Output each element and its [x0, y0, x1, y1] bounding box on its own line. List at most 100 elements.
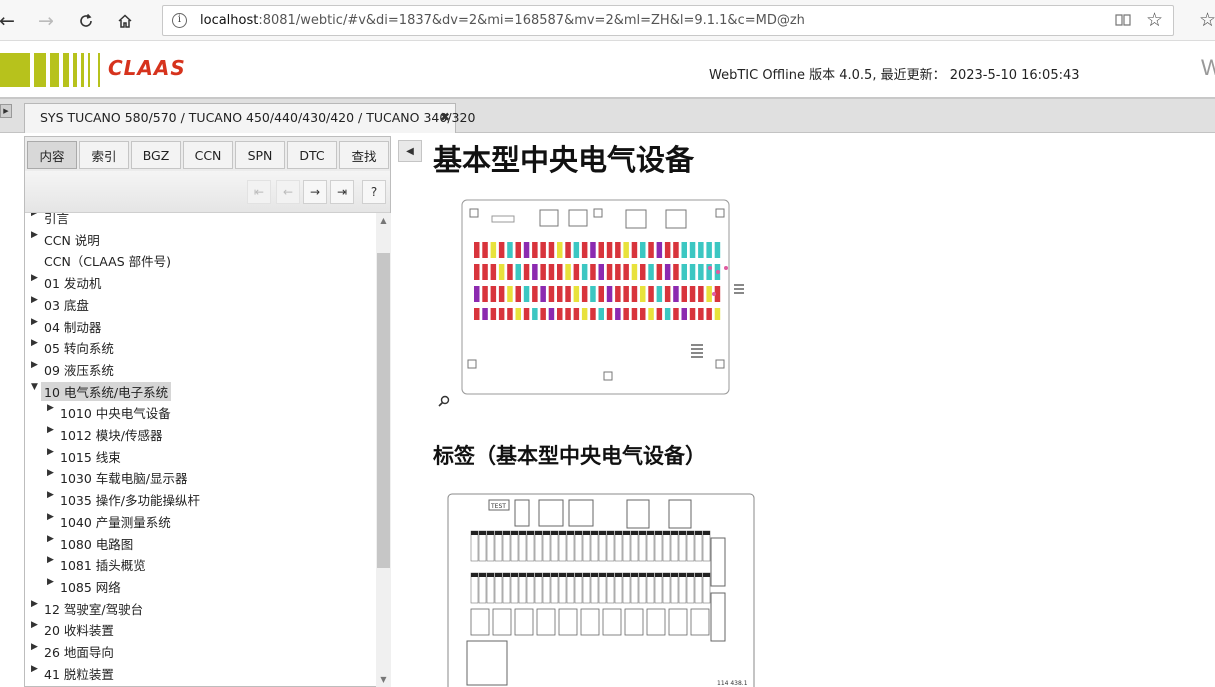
tree-scrollbar[interactable]: ▲ ▼	[376, 213, 391, 687]
collapsed-arrow-icon[interactable]: ▶	[31, 620, 38, 630]
fuse-label-diagram[interactable]: TEST 114 438.1	[447, 493, 756, 687]
collapsed-arrow-icon[interactable]: ▶	[31, 317, 38, 327]
tab-search[interactable]: 查找	[339, 141, 389, 169]
tree-item[interactable]: ▶ 1081 插头概览	[25, 553, 376, 573]
scroll-down-icon[interactable]: ▼	[376, 672, 391, 687]
document-tab[interactable]: SYS TUCANO 580/570 / TUCANO 450/440/430/…	[24, 103, 475, 133]
refresh-icon[interactable]	[71, 6, 101, 36]
label-cell-header	[567, 573, 574, 577]
tab-contents[interactable]: 内容	[27, 141, 77, 169]
address-bar[interactable]: i localhost:8081/webtic/#v&di=1837&dv=2&…	[162, 5, 1174, 36]
tree-item[interactable]: ▶ 05 转向系统	[25, 336, 376, 356]
collapsed-arrow-icon[interactable]: ▶	[47, 534, 54, 544]
fuse-mark	[523, 264, 530, 280]
fuse-mark	[540, 264, 546, 280]
fuse-box-diagram[interactable]	[436, 196, 786, 399]
collapsed-arrow-icon[interactable]: ▶	[31, 338, 38, 348]
scroll-thumb[interactable]	[377, 253, 390, 568]
forward-arrow-icon[interactable]: →	[31, 6, 61, 36]
tree-item[interactable]: ▶ 12 驾驶室/驾驶台	[25, 597, 376, 617]
collapsed-arrow-icon[interactable]: ▶	[47, 490, 54, 500]
fuse-mark	[656, 242, 663, 258]
scroll-up-icon[interactable]: ▲	[376, 213, 391, 228]
back-arrow-icon[interactable]: ←	[0, 6, 22, 36]
last-page-icon[interactable]: ⇥	[330, 180, 354, 204]
collapsed-arrow-icon[interactable]: ▶	[47, 468, 54, 478]
collapsed-arrow-icon[interactable]: ▶	[31, 360, 38, 370]
label-cell	[470, 572, 479, 604]
collapse-panel-icon[interactable]: ◀	[398, 140, 422, 162]
tree-item[interactable]: ▶ 26 地面导向	[25, 640, 376, 660]
label-cell-header	[631, 573, 638, 577]
tree-item[interactable]: ▶ 1085 网络	[25, 575, 376, 595]
sidebar-toggle-icon[interactable]: ▶	[0, 104, 12, 118]
home-icon[interactable]	[110, 6, 140, 36]
tree-item[interactable]: ▶ 1080 电路图	[25, 532, 376, 552]
first-page-icon[interactable]: ⇤	[247, 180, 271, 204]
tab-spn[interactable]: SPN	[235, 141, 285, 169]
tree-item[interactable]: ▶ 04 制动器	[25, 315, 376, 335]
help-button[interactable]: ?	[362, 180, 386, 204]
collapsed-arrow-icon[interactable]: ▶	[31, 230, 38, 240]
collapsed-arrow-icon[interactable]: ▶	[31, 664, 38, 674]
tree-item[interactable]: ▶ 1040 产量测量系统	[25, 510, 376, 530]
collapsed-arrow-icon[interactable]: ▶	[47, 425, 54, 435]
tree-item[interactable]: ▶ 1035 操作/多功能操纵杆	[25, 488, 376, 508]
zoom-icon[interactable]	[438, 395, 450, 411]
tab-index[interactable]: 索引	[79, 141, 129, 169]
fuse-mark	[482, 308, 488, 320]
collapsed-arrow-icon[interactable]: ▶	[31, 295, 38, 305]
tree-item-label: 1040 产量测量系统	[60, 514, 171, 530]
tab-dtc[interactable]: DTC	[287, 141, 337, 169]
tree-item[interactable]: ▼ 10 电气系统/电子系统	[25, 380, 376, 401]
tree-item[interactable]: ▶ 09 液压系统	[25, 358, 376, 378]
collapsed-arrow-icon[interactable]: ▶	[47, 447, 54, 457]
tree-item[interactable]: ▶ 1030 车载电脑/显示器	[25, 466, 376, 486]
collapsed-arrow-icon[interactable]: ▶	[31, 273, 38, 283]
collapsed-arrow-icon[interactable]: ▶	[47, 403, 54, 413]
claas-logo-bars-icon	[0, 53, 90, 87]
collapsed-arrow-icon[interactable]: ▶	[47, 512, 54, 522]
fuse-mark	[548, 286, 555, 302]
navigation-toolbar: ⇤ ← → ⇥ ?	[25, 171, 390, 213]
tree-item[interactable]: ▶ 1012 模块/传感器	[25, 423, 376, 443]
tree-item[interactable]: ▶ 引言	[25, 213, 376, 226]
expanded-arrow-icon[interactable]: ▼	[31, 382, 38, 392]
url-text[interactable]: localhost:8081/webtic/#v&di=1837&dv=2&mi…	[200, 13, 805, 28]
tree-item[interactable]: ▶ 03 底盘	[25, 293, 376, 313]
fuse-mark	[573, 264, 580, 280]
fuse-mark	[606, 286, 613, 302]
tree-item-label: 引言	[44, 213, 70, 226]
fuse-mark	[714, 308, 721, 320]
label-cell	[518, 572, 527, 604]
collapsed-arrow-icon[interactable]: ▶	[31, 599, 38, 609]
tree-item-label: 12 驾驶室/驾驶台	[44, 601, 144, 617]
reading-view-icon[interactable]	[1115, 12, 1131, 32]
info-icon[interactable]: i	[172, 13, 187, 28]
next-icon[interactable]: →	[303, 180, 327, 204]
tree-item[interactable]: ▶ 20 收料装置	[25, 618, 376, 638]
tab-ccn[interactable]: CCN	[183, 141, 233, 169]
previous-icon[interactable]: ←	[276, 180, 300, 204]
label-cell-header	[599, 573, 606, 577]
fuse-mark	[598, 264, 604, 280]
close-icon[interactable]: ✖	[440, 110, 450, 124]
tree-item[interactable]: CCN（CLAAS 部件号)	[25, 249, 376, 269]
tree-item[interactable]: ▶ 1015 线束	[25, 445, 376, 465]
tree-item[interactable]: ▶ 01 发动机	[25, 271, 376, 291]
tree-item-label: 1015 线束	[60, 449, 121, 465]
collapsed-arrow-icon[interactable]: ▶	[47, 577, 54, 587]
tree-item-label: 1010 中央电气设备	[60, 406, 171, 422]
tree-item[interactable]: ▶ 41 脱粒装置	[25, 662, 376, 682]
label-cell-header	[687, 531, 694, 535]
tab-bgz[interactable]: BGZ	[131, 141, 181, 169]
favorite-star-icon[interactable]: ☆	[1146, 9, 1163, 31]
fuse-mark	[631, 242, 638, 258]
collapsed-arrow-icon[interactable]: ▶	[31, 213, 38, 218]
tree-item[interactable]: ▶ CCN 说明	[25, 228, 376, 248]
tree-item-label: 05 转向系统	[44, 341, 114, 357]
collapsed-arrow-icon[interactable]: ▶	[31, 642, 38, 652]
tree-item[interactable]: ▶ 1010 中央电气设备	[25, 401, 376, 421]
favorites-bar-icon[interactable]: ☆	[1199, 9, 1215, 31]
collapsed-arrow-icon[interactable]: ▶	[47, 555, 54, 565]
